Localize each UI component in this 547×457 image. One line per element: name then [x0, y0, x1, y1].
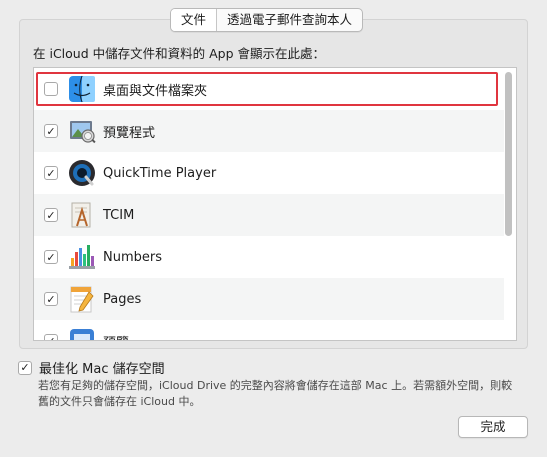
- app-name: Pages: [103, 291, 142, 307]
- pages-icon: [70, 286, 94, 313]
- finder-icon: [69, 75, 95, 103]
- quicktime-icon: [69, 160, 95, 186]
- preview-icon: [70, 121, 96, 144]
- app-list[interactable]: 桌面與文件檔案夾 ✓ 預覽程式 ✓ QuickTime Player ✓ TCI…: [33, 67, 517, 341]
- app-name: Numbers: [103, 249, 162, 265]
- app-name: 預覽程式: [103, 125, 156, 141]
- app-name: QuickTime Player: [103, 165, 217, 181]
- optimize-storage-checkbox[interactable]: ✓: [18, 360, 32, 375]
- list-item[interactable]: ✓ TCIM: [34, 194, 504, 236]
- app-checkbox[interactable]: ✓: [44, 208, 58, 222]
- app-icon: [70, 329, 94, 340]
- app-checkbox[interactable]: ✓: [44, 166, 58, 180]
- list-item[interactable]: ✓ 預覽程式: [34, 110, 504, 152]
- tab-bar: 文件 透過電子郵件查詢本人: [170, 8, 364, 32]
- optimize-storage-label: 最佳化 Mac 儲存空間: [39, 362, 165, 377]
- app-checkbox[interactable]: ✓: [44, 124, 58, 138]
- numbers-icon: [69, 245, 95, 269]
- tab-look-me-up-by-email[interactable]: 透過電子郵件查詢本人: [216, 9, 362, 31]
- info-line-2: 舊的文件只會儲存在 iCloud 中。: [38, 395, 201, 408]
- app-name: 預覽: [103, 332, 129, 341]
- apps-description: 在 iCloud 中儲存文件和資料的 App 會顯示在此處：: [33, 46, 325, 61]
- optimize-storage-option[interactable]: ✓ 最佳化 Mac 儲存空間: [18, 358, 165, 377]
- app-checkbox[interactable]: ✓: [44, 250, 58, 264]
- tab-documents[interactable]: 文件: [171, 9, 217, 31]
- scrollbar[interactable]: [505, 72, 512, 236]
- done-button[interactable]: 完成: [458, 416, 528, 438]
- list-item[interactable]: ✓ QuickTime Player: [34, 152, 504, 194]
- list-item[interactable]: ✓ Pages: [34, 278, 504, 320]
- app-checkbox[interactable]: ✓: [44, 334, 58, 340]
- app-name: TCIM: [103, 207, 135, 223]
- tcim-icon: [71, 202, 91, 228]
- app-name: 桌面與文件檔案夾: [103, 83, 208, 99]
- app-checkbox[interactable]: [44, 82, 58, 96]
- list-item[interactable]: ✓ Numbers: [34, 236, 504, 278]
- info-line-1: 若您有足夠的儲存空間，iCloud Drive 的完整內容將會儲存在這部 Mac…: [38, 379, 513, 392]
- app-checkbox[interactable]: ✓: [44, 292, 58, 306]
- list-item[interactable]: 桌面與文件檔案夾: [34, 68, 504, 110]
- list-item[interactable]: ✓ 預覽: [34, 320, 504, 341]
- optimize-storage-info: 若您有足夠的儲存空間，iCloud Drive 的完整內容將會儲存在這部 Mac…: [38, 378, 528, 410]
